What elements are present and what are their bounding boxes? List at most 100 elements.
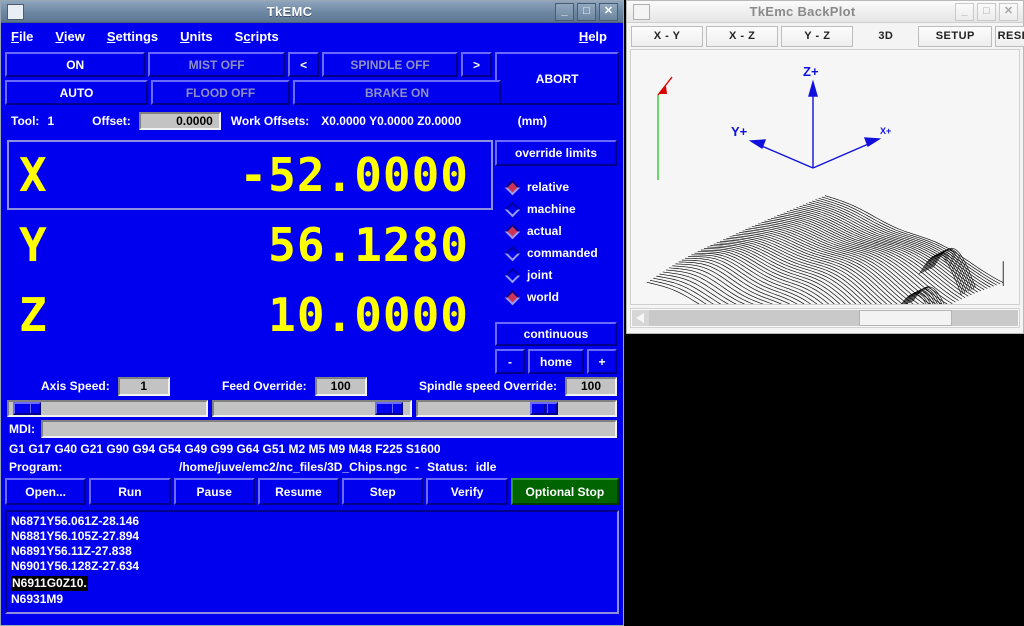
spindle-override-slider-thumb[interactable] [530,402,558,415]
program-label: Program: [9,460,179,474]
axis-speed-label: Axis Speed: [41,379,110,393]
menu-file[interactable]: File [11,29,33,44]
program-separator: - [415,460,419,474]
feed-override-slider-thumb[interactable] [375,402,403,415]
gcode-listing[interactable]: N6871Y56.061Z-28.146 N6881Y56.105Z-27.89… [5,510,619,614]
main-titlebar-buttons: _ □ ✕ [555,3,618,21]
menu-units[interactable]: Units [180,29,213,44]
spindle-decrease-button[interactable]: < [288,52,319,77]
maximize-icon[interactable]: □ [577,3,596,21]
reset-button[interactable]: RESET [995,26,1024,47]
menubar: File View Settings Units Scripts Help [1,23,623,50]
scrollbar-thumb[interactable] [859,310,951,326]
radio-machine-label: machine [527,202,576,216]
resume-button[interactable]: Resume [258,478,339,505]
dro-axis-x[interactable]: X -52.0000 [7,140,493,210]
backplot-horizontal-scrollbar[interactable] [630,308,1020,328]
desktop: TkEMC _ □ ✕ File View Settings Units Scr… [0,0,1024,626]
minimize-icon[interactable]: _ [955,3,974,21]
dro-axis-y[interactable]: Y 56.1280 [7,210,493,280]
axis-speed-slider-thumb[interactable] [13,402,41,415]
radio-world[interactable]: world [493,286,619,308]
home-button[interactable]: home [528,349,584,374]
mdi-label: MDI: [9,422,35,436]
tool-label: Tool: [11,114,39,128]
menu-scripts[interactable]: Scripts [235,29,279,44]
dro-and-side-panel: X -52.0000 Y 56.1280 Z 10.0000 override … [1,134,623,374]
spindle-button[interactable]: SPINDLE OFF [322,52,457,77]
axis-speed-slider[interactable] [7,400,208,417]
jog-mode-button[interactable]: continuous [495,322,617,346]
open-button[interactable]: Open... [5,478,86,505]
tool-marker-arrow [659,86,667,94]
tab-3d[interactable]: 3D [856,26,915,47]
axis-label-z: Z+ [803,64,819,79]
slider-label-row: Axis Speed: 1 Feed Override: 100 Spindle… [1,374,623,398]
radio-actual[interactable]: actual [493,220,619,242]
radio-commanded[interactable]: commanded [493,242,619,264]
dro-axis-z-value: 10.0000 [81,288,491,342]
radio-joint[interactable]: joint [493,264,619,286]
menu-help[interactable]: Help [579,29,607,44]
mist-button[interactable]: MIST OFF [148,52,284,77]
scrollbar-track[interactable] [649,310,1018,326]
axis-label-x: X+ [880,126,891,136]
dro-axis-x-value: -52.0000 [81,148,491,202]
menu-settings[interactable]: Settings [107,29,158,44]
radio-machine[interactable]: machine [493,198,619,220]
gcode-line: N6871Y56.061Z-28.146 [11,514,617,529]
tab-yz[interactable]: Y - Z [781,26,853,47]
work-offsets-value: X0.0000 Y0.0000 Z0.0000 [321,114,461,128]
spindle-increase-button[interactable]: > [461,52,492,77]
verify-button[interactable]: Verify [426,478,507,505]
minimize-icon[interactable]: _ [555,3,574,21]
feed-override-label: Feed Override: [222,379,307,393]
setup-button[interactable]: SETUP [918,26,992,47]
menu-view[interactable]: View [55,29,84,44]
menu-file-label: ile [19,29,33,44]
maximize-icon[interactable]: □ [977,3,996,21]
close-icon[interactable]: ✕ [999,3,1018,21]
tab-xz[interactable]: X - Z [706,26,778,47]
mdi-input[interactable] [41,420,617,438]
jog-plus-button[interactable]: + [587,349,617,374]
mode-button[interactable]: AUTO [5,80,148,105]
gcode-line: N6881Y56.105Z-27.894 [11,529,617,544]
machine-power-button[interactable]: ON [5,52,145,77]
tkemc-main-window: TkEMC _ □ ✕ File View Settings Units Scr… [0,0,624,626]
pause-button[interactable]: Pause [174,478,255,505]
optional-stop-button[interactable]: Optional Stop [511,478,619,505]
radio-relative[interactable]: relative [493,176,619,198]
radio-relative-label: relative [527,180,569,194]
brake-button[interactable]: BRAKE ON [293,80,501,105]
gcode-line: N6931M9 [11,592,617,607]
radio-joint-label: joint [527,268,552,282]
gcode-line-current: N6911G0Z10. [11,576,88,591]
program-action-row: Open... Run Pause Resume Step Verify Opt… [1,474,623,505]
feed-override-slider[interactable] [212,400,413,417]
step-button[interactable]: Step [342,478,423,505]
window-menu-icon[interactable] [7,4,24,20]
flood-button[interactable]: FLOOD OFF [151,80,290,105]
tab-xy[interactable]: X - Y [631,26,703,47]
status-value: idle [476,460,497,474]
dro-axis-z[interactable]: Z 10.0000 [7,280,493,350]
backplot-window-title: TkEmc BackPlot [650,4,955,19]
side-panel: override limits relative machine actual … [493,134,619,374]
override-limits-button[interactable]: override limits [495,140,617,166]
jog-minus-button[interactable]: - [495,349,525,374]
backplot-canvas[interactable]: Z+ Y+ X+ [630,49,1020,305]
radio-actual-label: actual [527,224,562,238]
close-icon[interactable]: ✕ [599,3,618,21]
offset-label: Offset: [92,114,131,128]
window-menu-icon[interactable] [633,4,650,20]
tool-value: 1 [47,114,54,128]
spindle-override-slider[interactable] [416,400,617,417]
menu-help-label: elp [588,29,607,44]
spindle-override-value: 100 [565,377,617,396]
abort-button[interactable]: ABORT [495,52,619,105]
slider-row [1,398,623,417]
scroll-left-icon[interactable] [632,310,649,326]
dro-axis-y-label: Y [9,218,81,272]
run-button[interactable]: Run [89,478,170,505]
